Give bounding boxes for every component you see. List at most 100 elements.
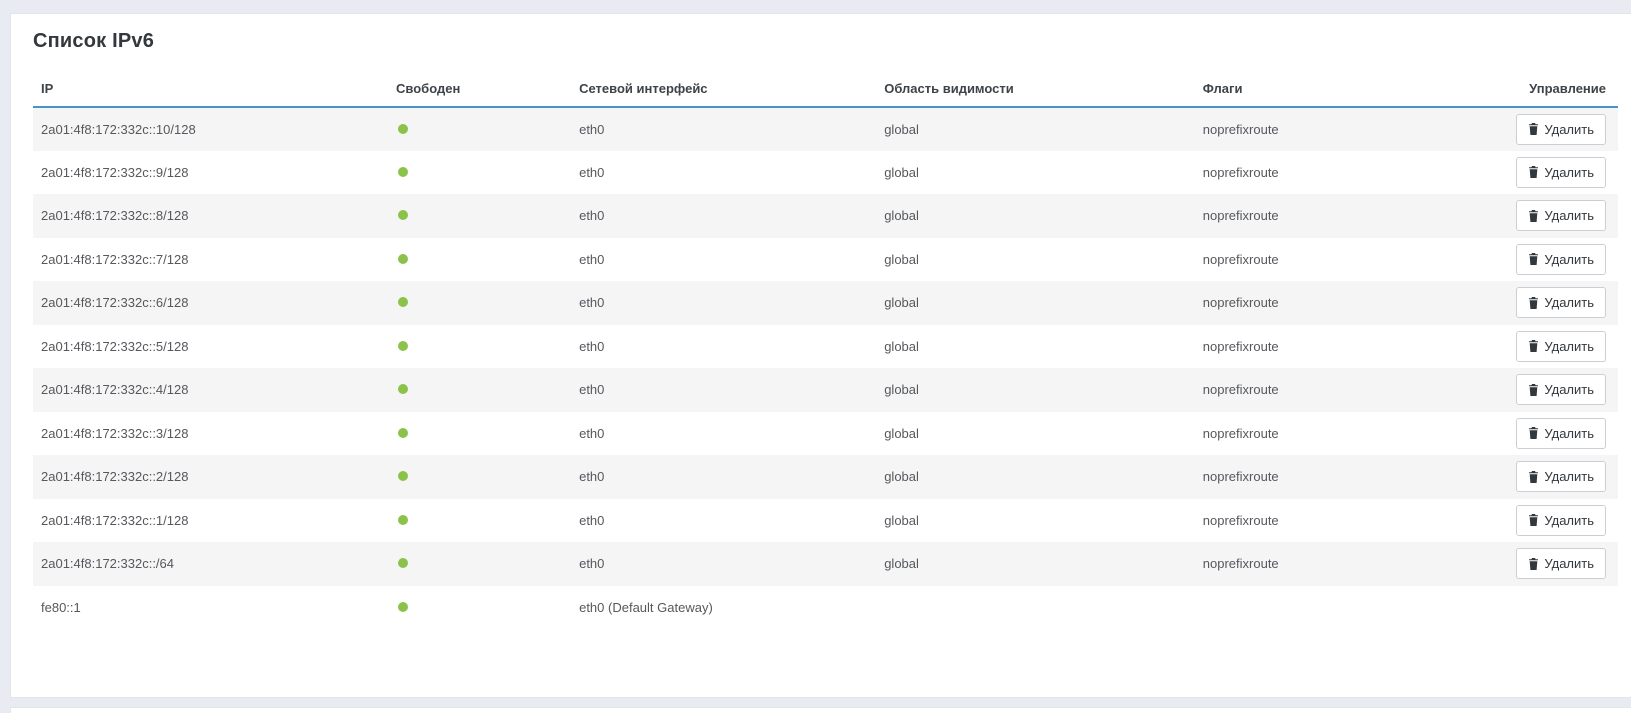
delete-button[interactable]: Удалить (1516, 461, 1606, 492)
interface-cell: eth0 (571, 194, 876, 238)
free-cell (388, 194, 571, 238)
interface-cell: eth0 (571, 238, 876, 282)
manage-cell: Удалить (1507, 281, 1618, 325)
scope-cell: global (876, 368, 1195, 412)
interface-cell: eth0 (571, 412, 876, 456)
table-body: 2a01:4f8:172:332c::10/128 eth0 global no… (33, 107, 1618, 629)
manage-cell: Удалить (1507, 455, 1618, 499)
manage-cell (1507, 586, 1618, 630)
trash-icon (1528, 253, 1539, 265)
free-cell (388, 107, 571, 151)
scope-cell (876, 586, 1195, 630)
free-cell (388, 499, 571, 543)
interface-cell: eth0 (571, 281, 876, 325)
interface-cell: eth0 (571, 542, 876, 586)
trash-icon (1528, 340, 1539, 352)
delete-button[interactable]: Удалить (1516, 505, 1606, 536)
interface-cell: eth0 (571, 107, 876, 151)
scope-cell: global (876, 238, 1195, 282)
free-cell (388, 325, 571, 369)
flags-cell: noprefixroute (1195, 107, 1507, 151)
delete-button-label: Удалить (1544, 252, 1594, 267)
delete-button[interactable]: Удалить (1516, 244, 1606, 275)
scope-cell: global (876, 455, 1195, 499)
interface-cell: eth0 (571, 455, 876, 499)
next-panel-top-edge (10, 707, 1631, 713)
delete-button[interactable]: Удалить (1516, 114, 1606, 145)
free-status-dot (398, 297, 408, 307)
delete-button[interactable]: Удалить (1516, 548, 1606, 579)
flags-cell: noprefixroute (1195, 281, 1507, 325)
flags-cell: noprefixroute (1195, 455, 1507, 499)
free-cell (388, 281, 571, 325)
table-row: 2a01:4f8:172:332c::/64 eth0 global nopre… (33, 542, 1618, 586)
ip-cell: 2a01:4f8:172:332c::3/128 (33, 412, 388, 456)
table-row: 2a01:4f8:172:332c::5/128 eth0 global nop… (33, 325, 1618, 369)
interface-cell: eth0 (571, 368, 876, 412)
manage-cell: Удалить (1507, 368, 1618, 412)
flags-cell: noprefixroute (1195, 238, 1507, 282)
delete-button-label: Удалить (1544, 208, 1594, 223)
flags-cell: noprefixroute (1195, 542, 1507, 586)
table-row: 2a01:4f8:172:332c::6/128 eth0 global nop… (33, 281, 1618, 325)
trash-icon (1528, 514, 1539, 526)
free-cell (388, 238, 571, 282)
column-header-ip: IP (33, 71, 388, 107)
delete-button[interactable]: Удалить (1516, 418, 1606, 449)
table-row: 2a01:4f8:172:332c::3/128 eth0 global nop… (33, 412, 1618, 456)
manage-cell: Удалить (1507, 194, 1618, 238)
column-header-manage: Управление (1507, 71, 1618, 107)
table-row: fe80::1 eth0 (Default Gateway) (33, 586, 1618, 630)
column-header-free: Свободен (388, 71, 571, 107)
delete-button-label: Удалить (1544, 295, 1594, 310)
ip-cell: 2a01:4f8:172:332c::/64 (33, 542, 388, 586)
delete-button[interactable]: Удалить (1516, 287, 1606, 318)
flags-cell: noprefixroute (1195, 368, 1507, 412)
free-status-dot (398, 428, 408, 438)
free-cell (388, 368, 571, 412)
ipv6-list-panel: Список IPv6 IPСвободенСетевой интерфейсО… (10, 13, 1631, 698)
scope-cell: global (876, 325, 1195, 369)
free-status-dot (398, 515, 408, 525)
scope-cell: global (876, 194, 1195, 238)
flags-cell: noprefixroute (1195, 325, 1507, 369)
free-status-dot (398, 210, 408, 220)
ip-cell: 2a01:4f8:172:332c::8/128 (33, 194, 388, 238)
delete-button-label: Удалить (1544, 513, 1594, 528)
column-header-iface: Сетевой интерфейс (571, 71, 876, 107)
manage-cell: Удалить (1507, 151, 1618, 195)
table-row: 2a01:4f8:172:332c::10/128 eth0 global no… (33, 107, 1618, 151)
delete-button-label: Удалить (1544, 122, 1594, 137)
ip-cell: 2a01:4f8:172:332c::2/128 (33, 455, 388, 499)
delete-button[interactable]: Удалить (1516, 157, 1606, 188)
free-status-dot (398, 471, 408, 481)
manage-cell: Удалить (1507, 412, 1618, 456)
delete-button-label: Удалить (1544, 339, 1594, 354)
free-status-dot (398, 558, 408, 568)
delete-button-label: Удалить (1544, 426, 1594, 441)
ipv6-table: IPСвободенСетевой интерфейсОбласть видим… (33, 71, 1618, 629)
ip-cell: 2a01:4f8:172:332c::10/128 (33, 107, 388, 151)
column-header-flags: Флаги (1195, 71, 1507, 107)
table-row: 2a01:4f8:172:332c::9/128 eth0 global nop… (33, 151, 1618, 195)
interface-cell: eth0 (571, 151, 876, 195)
table-row: 2a01:4f8:172:332c::2/128 eth0 global nop… (33, 455, 1618, 499)
flags-cell: noprefixroute (1195, 151, 1507, 195)
scope-cell: global (876, 499, 1195, 543)
table-row: 2a01:4f8:172:332c::4/128 eth0 global nop… (33, 368, 1618, 412)
free-status-dot (398, 602, 408, 612)
ip-cell: fe80::1 (33, 586, 388, 630)
free-cell (388, 455, 571, 499)
scope-cell: global (876, 107, 1195, 151)
free-status-dot (398, 167, 408, 177)
table-row: 2a01:4f8:172:332c::7/128 eth0 global nop… (33, 238, 1618, 282)
delete-button[interactable]: Удалить (1516, 374, 1606, 405)
column-header-scope: Область видимости (876, 71, 1195, 107)
delete-button[interactable]: Удалить (1516, 331, 1606, 362)
delete-button[interactable]: Удалить (1516, 200, 1606, 231)
ip-cell: 2a01:4f8:172:332c::1/128 (33, 499, 388, 543)
delete-button-label: Удалить (1544, 382, 1594, 397)
free-status-dot (398, 254, 408, 264)
flags-cell: noprefixroute (1195, 194, 1507, 238)
scope-cell: global (876, 412, 1195, 456)
